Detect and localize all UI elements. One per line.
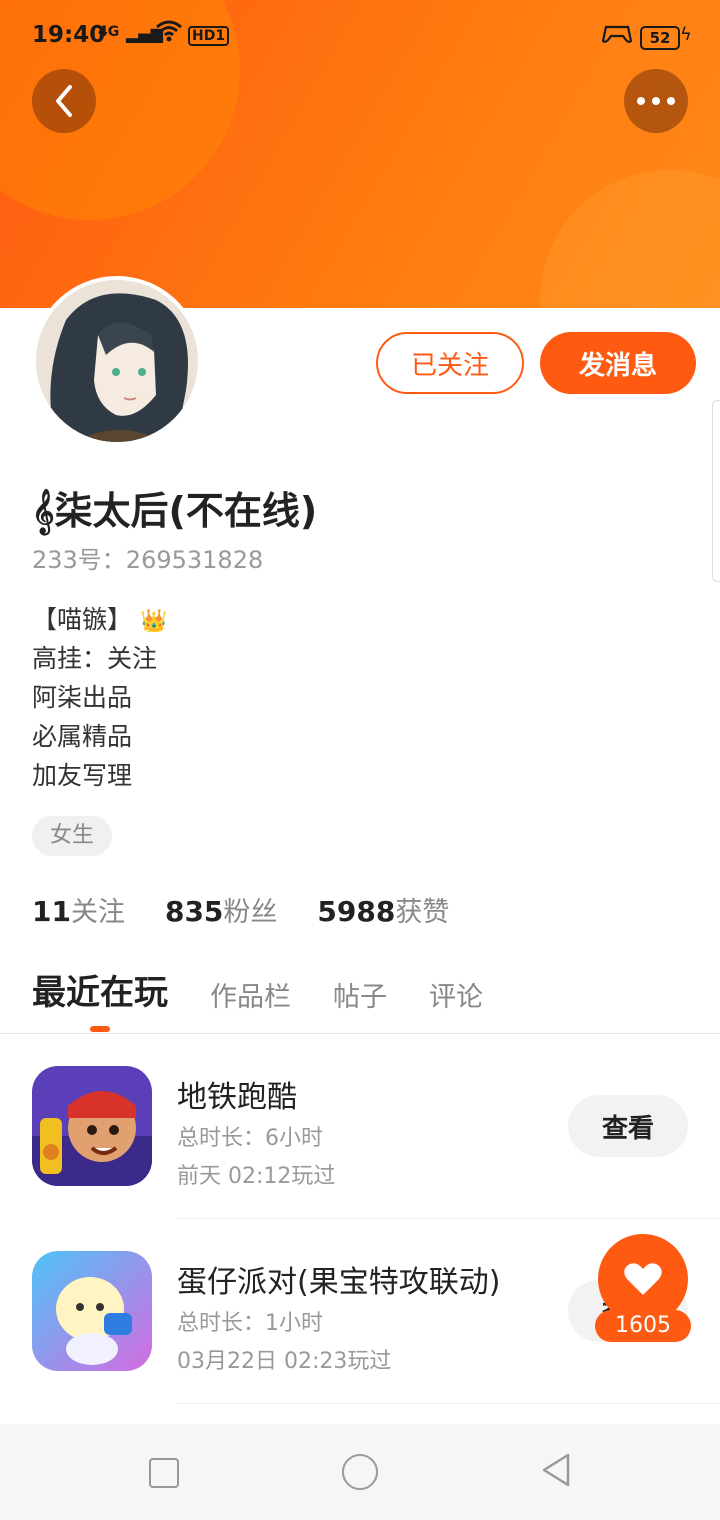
- profile-stats: 11关注 835粉丝 5988获赞: [32, 890, 449, 929]
- user-id: 233号：269531828: [32, 546, 264, 574]
- view-game-button[interactable]: 查看: [568, 1095, 688, 1157]
- wifi-icon: [156, 20, 182, 48]
- followed-button[interactable]: 已关注: [376, 332, 524, 394]
- tab-recently-played[interactable]: 最近在玩: [32, 965, 168, 1014]
- recents-icon[interactable]: [149, 1458, 179, 1488]
- row-divider: [177, 1218, 720, 1219]
- likes-stat[interactable]: 5988获赞: [317, 890, 449, 929]
- tab-comments[interactable]: 评论: [429, 975, 483, 1014]
- side-scroll-handle[interactable]: [712, 400, 720, 582]
- bio-line: 加友写理: [32, 761, 133, 790]
- status-time: 19:40: [32, 22, 106, 48]
- heart-icon: [624, 1263, 662, 1295]
- game-mode-icon: [601, 24, 633, 49]
- more-dots-icon: [637, 97, 675, 105]
- bio-line: 必属精品: [32, 722, 133, 751]
- username: 𝄞柒太后(不在线): [32, 489, 318, 533]
- list-item[interactable]: 地铁跑酷 总时长：6小时 前天 02:12玩过 查看: [0, 1066, 720, 1251]
- banner-decoration: [540, 170, 720, 308]
- gender-tag: 女生: [32, 816, 113, 856]
- game-icon-subway-surfers: [32, 1066, 152, 1186]
- fans-stat[interactable]: 835粉丝: [165, 890, 277, 929]
- tab-posts[interactable]: 帖子: [333, 975, 387, 1014]
- send-message-button[interactable]: 发消息: [540, 332, 696, 394]
- more-button[interactable]: [624, 69, 688, 133]
- tab-indicator: [90, 1026, 110, 1032]
- bio-line: 【喵镞】 👑: [32, 605, 168, 634]
- home-icon[interactable]: [342, 1454, 378, 1490]
- avatar-image: [36, 280, 198, 442]
- status-bar: 19:40 4G ▂▄▆ HD1 52 ϟ: [0, 0, 720, 72]
- system-navbar: [0, 1424, 720, 1520]
- bio: 【喵镞】 👑 高挂：关注 阿柒出品 必属精品 加友写理: [32, 600, 167, 795]
- back-button[interactable]: [32, 69, 96, 133]
- bio-line: 阿柒出品: [32, 683, 133, 712]
- divider: [0, 1033, 720, 1034]
- row-divider: [177, 1403, 720, 1404]
- chevron-left-icon: [56, 85, 72, 117]
- tab-works[interactable]: 作品栏: [210, 975, 291, 1014]
- hd-voice-icon: HD1: [188, 26, 230, 46]
- game-duration: 总时长：1小时: [177, 1311, 323, 1336]
- game-icon-eggy-party: [32, 1251, 152, 1371]
- bio-line: 高挂：关注: [32, 644, 158, 673]
- charging-icon: ϟ: [680, 24, 692, 45]
- network-type: 4G: [98, 24, 120, 40]
- profile-tabs: 最近在玩 作品栏 帖子 评论: [32, 965, 525, 1014]
- game-name: 地铁跑酷: [177, 1080, 297, 1115]
- crown-icon: 👑: [139, 609, 168, 634]
- avatar[interactable]: [32, 276, 202, 446]
- game-name: 蛋仔派对(果宝特攻联动): [177, 1265, 501, 1300]
- game-last-played: 前天 02:12玩过: [177, 1164, 336, 1189]
- game-last-played: 03月22日 02:23玩过: [177, 1349, 392, 1374]
- game-duration: 总时长：6小时: [177, 1126, 323, 1151]
- battery-icon: 52: [640, 26, 680, 50]
- following-stat[interactable]: 11关注: [32, 890, 125, 929]
- back-triangle-icon[interactable]: [540, 1452, 572, 1488]
- like-count-badge: 1605: [595, 1310, 691, 1342]
